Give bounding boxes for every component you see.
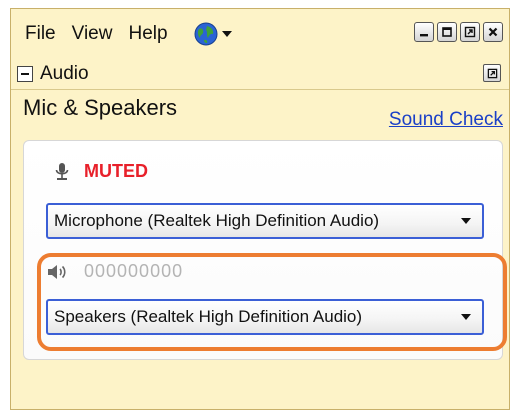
menu-file[interactable]: File	[25, 23, 56, 45]
panel-popout-button[interactable]	[483, 64, 501, 82]
speaker-level-row: 000000000	[46, 261, 183, 282]
maximize-button[interactable]	[437, 22, 457, 42]
divider	[11, 89, 509, 90]
chevron-down-icon	[461, 314, 471, 320]
speaker-icon[interactable]	[46, 263, 68, 281]
microphone-icon[interactable]	[54, 162, 70, 182]
sound-check-link[interactable]: Sound Check	[389, 109, 503, 131]
audio-devices-card: MUTED Microphone (Realtek High Definitio…	[23, 140, 503, 360]
speakers-select-value: Speakers (Realtek High Definition Audio)	[54, 307, 363, 326]
close-icon	[488, 27, 498, 37]
section-title: Mic & Speakers	[23, 95, 178, 120]
menu-help[interactable]: Help	[128, 23, 167, 45]
panel-title: Audio	[40, 63, 89, 84]
window-controls	[414, 22, 503, 42]
speaker-level-meter: 000000000	[84, 261, 184, 281]
globe-icon	[194, 22, 218, 46]
minimize-icon	[420, 34, 428, 37]
minus-icon	[21, 73, 29, 75]
chevron-down-icon	[461, 218, 471, 224]
microphone-select-value: Microphone (Realtek High Definition Audi…	[54, 211, 380, 230]
language-menu-button[interactable]	[194, 22, 233, 46]
menu-view[interactable]: View	[72, 23, 113, 45]
close-button[interactable]	[483, 22, 503, 42]
popout-icon	[487, 68, 497, 78]
popout-button[interactable]	[460, 22, 480, 42]
speakers-select[interactable]: Speakers (Realtek High Definition Audio)	[46, 299, 484, 335]
chevron-down-icon	[221, 31, 232, 37]
microphone-select[interactable]: Microphone (Realtek High Definition Audi…	[46, 203, 484, 239]
minimize-button[interactable]	[414, 22, 434, 42]
microphone-status-row: MUTED	[54, 161, 148, 182]
maximize-icon	[442, 27, 452, 37]
menu-bar: File View Help	[11, 9, 509, 59]
popout-icon	[464, 26, 476, 38]
mic-muted-status: MUTED	[84, 161, 148, 181]
audio-panel-header: Audio	[15, 61, 505, 87]
audio-window: File View Help Audio Mic & Speakers Soun…	[10, 8, 510, 410]
collapse-button[interactable]	[17, 66, 33, 82]
